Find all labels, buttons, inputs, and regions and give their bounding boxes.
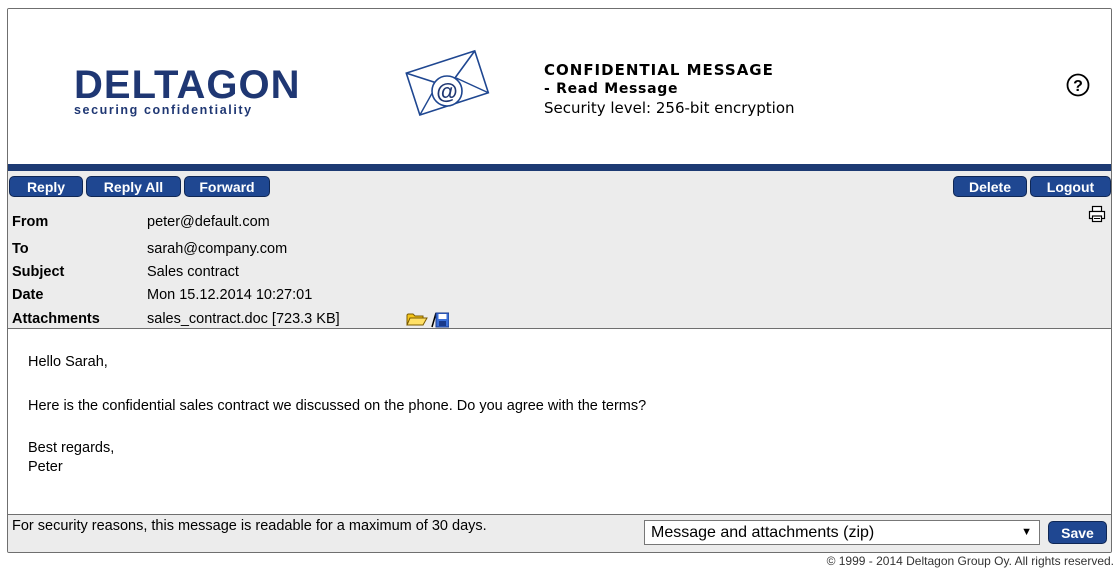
logout-button[interactable]: Logout	[1030, 176, 1111, 197]
header: DELTAGON securing confidentiality @ CONF…	[8, 9, 1111, 164]
subject-value: Sales contract	[147, 264, 239, 280]
help-icon[interactable]: ?	[1066, 73, 1090, 102]
date-value: Mon 15.12.2014 10:27:01	[147, 287, 313, 303]
message-frame: DELTAGON securing confidentiality @ CONF…	[7, 8, 1112, 553]
envelope-at-icon: @	[401, 47, 493, 122]
reply-all-button[interactable]: Reply All	[86, 176, 181, 197]
page-title: CONFIDENTIAL MESSAGE	[544, 61, 774, 79]
svg-text:?: ?	[1073, 78, 1083, 95]
download-format-select[interactable]: Message and attachments (zip) ▼	[644, 520, 1040, 545]
body-closing: Best regards,	[28, 440, 115, 456]
forward-button[interactable]: Forward	[184, 176, 270, 197]
dropdown-arrow-icon: ▼	[1021, 526, 1032, 538]
logo-wordmark: DELTAGON	[74, 63, 301, 107]
delete-button[interactable]: Delete	[953, 176, 1027, 197]
title-block: CONFIDENTIAL MESSAGE - Read Message Secu…	[544, 61, 795, 118]
message-body: Hello Sarah, Here is the confidential sa…	[8, 329, 1111, 513]
to-label: To	[12, 241, 29, 257]
from-value: peter@default.com	[147, 214, 270, 230]
attachments-label: Attachments	[12, 311, 100, 327]
subject-label: Subject	[12, 264, 65, 280]
header-divider	[8, 164, 1111, 171]
from-label: From	[12, 214, 49, 230]
footer-bar: For security reasons, this message is re…	[8, 514, 1111, 552]
body-text: Here is the confidential sales contract …	[28, 398, 647, 414]
deltagon-logo: DELTAGON securing confidentiality	[74, 63, 301, 117]
download-format-value: Message and attachments (zip)	[651, 524, 875, 541]
printer-icon[interactable]	[1088, 205, 1106, 228]
save-button[interactable]: Save	[1048, 521, 1107, 544]
message-meta: Reply Reply All Forward Delete Logout Fr…	[8, 171, 1111, 329]
security-level: Security level: 256-bit encryption	[544, 99, 795, 117]
copyright: © 1999 - 2014 Deltagon Group Oy. All rig…	[826, 554, 1114, 568]
svg-text:@: @	[436, 79, 457, 104]
date-label: Date	[12, 287, 44, 303]
retention-notice: For security reasons, this message is re…	[12, 518, 487, 534]
to-value: sarah@company.com	[147, 241, 288, 257]
reply-button[interactable]: Reply	[9, 176, 83, 197]
body-signature: Peter	[28, 459, 63, 475]
attachment-link[interactable]: sales_contract.doc [723.3 KB]	[147, 311, 340, 327]
page-subtitle: - Read Message	[544, 81, 679, 97]
body-greeting: Hello Sarah,	[28, 354, 108, 370]
